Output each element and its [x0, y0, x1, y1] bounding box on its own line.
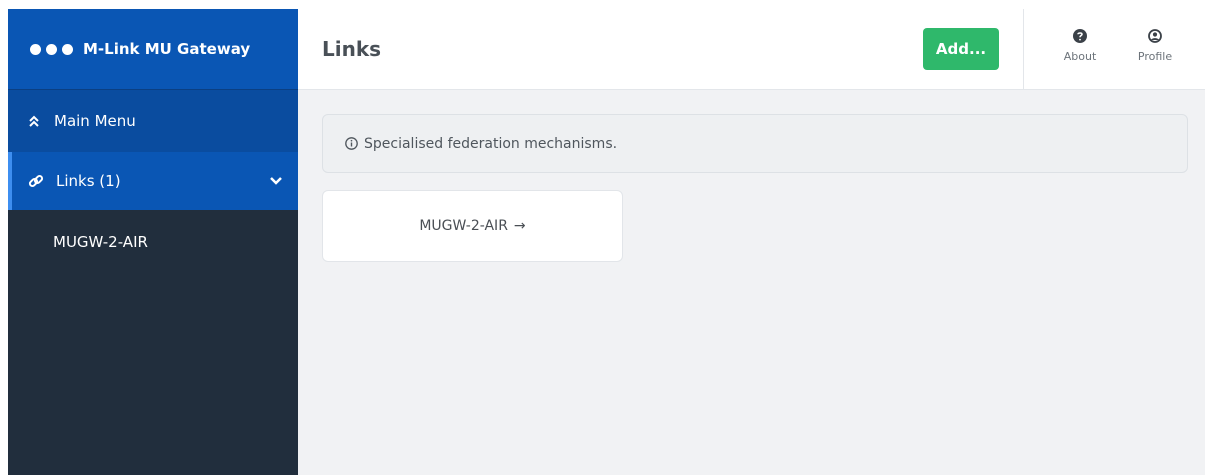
link-icon	[28, 173, 44, 189]
sidebar-subitem-label: MUGW-2-AIR	[53, 233, 148, 251]
brand-title: M-Link MU Gateway	[83, 40, 251, 58]
add-button[interactable]: Add...	[923, 28, 999, 70]
profile-label: Profile	[1137, 50, 1173, 63]
info-banner: Specialised federation mechanisms.	[322, 114, 1188, 173]
question-circle-icon	[1073, 28, 1087, 47]
about-label: About	[1063, 50, 1097, 63]
sidebar-subitem-mugw-2-air[interactable]: MUGW-2-AIR	[8, 210, 298, 274]
info-text: Specialised federation mechanisms.	[364, 135, 618, 152]
about-button[interactable]: About	[1050, 28, 1110, 63]
sidebar-item-main-menu[interactable]: Main Menu	[8, 89, 298, 152]
sidebar: M-Link MU Gateway Main Menu Links (1) MU…	[8, 9, 298, 475]
page-title: Links	[322, 37, 382, 61]
main-content: Specialised federation mechanisms. MUGW-…	[298, 90, 1205, 475]
brand-header[interactable]: M-Link MU Gateway	[8, 9, 298, 89]
link-card[interactable]: MUGW-2-AIR →	[322, 190, 623, 262]
three-dots-icon	[30, 43, 73, 55]
info-circle-icon	[345, 137, 358, 150]
sidebar-item-label: Main Menu	[54, 112, 136, 130]
link-card-label: MUGW-2-AIR	[419, 218, 508, 234]
chevron-down-icon[interactable]	[270, 172, 282, 190]
double-chevron-up-icon	[26, 115, 42, 127]
profile-button[interactable]: Profile	[1125, 28, 1185, 63]
sidebar-item-label: Links (1)	[56, 172, 121, 190]
sidebar-item-links[interactable]: Links (1)	[8, 152, 298, 210]
user-circle-icon	[1148, 28, 1162, 47]
top-bar: Links Add... About Profile	[298, 9, 1205, 90]
divider	[1023, 9, 1024, 90]
arrow-right-icon: →	[513, 218, 526, 234]
